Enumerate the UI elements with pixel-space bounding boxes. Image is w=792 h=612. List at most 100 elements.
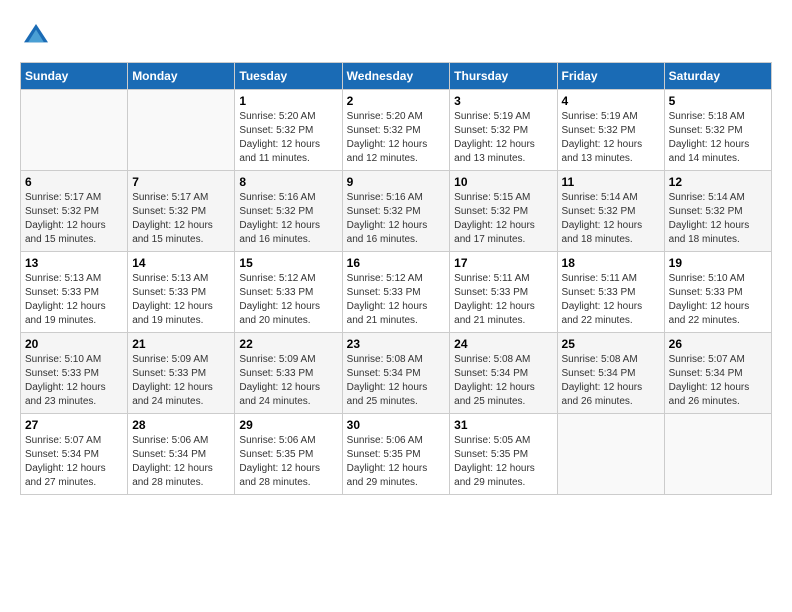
weekday-header-saturday: Saturday [664,63,771,90]
calendar-cell: 11 Sunrise: 5:14 AMSunset: 5:32 PMDaylig… [557,171,664,252]
day-number: 4 [562,94,660,108]
day-detail: Sunrise: 5:19 AMSunset: 5:32 PMDaylight:… [454,110,552,166]
calendar-table: SundayMondayTuesdayWednesdayThursdayFrid… [20,62,772,495]
calendar-cell: 8 Sunrise: 5:16 AMSunset: 5:32 PMDayligh… [235,171,342,252]
calendar-cell: 15 Sunrise: 5:12 AMSunset: 5:33 PMDaylig… [235,252,342,333]
day-number: 9 [347,175,446,189]
day-detail: Sunrise: 5:08 AMSunset: 5:34 PMDaylight:… [454,353,552,409]
day-detail: Sunrise: 5:20 AMSunset: 5:32 PMDaylight:… [239,110,337,166]
weekday-header-wednesday: Wednesday [342,63,450,90]
day-detail: Sunrise: 5:11 AMSunset: 5:33 PMDaylight:… [562,272,660,328]
day-number: 2 [347,94,446,108]
day-detail: Sunrise: 5:11 AMSunset: 5:33 PMDaylight:… [454,272,552,328]
calendar-cell [21,90,128,171]
day-detail: Sunrise: 5:06 AMSunset: 5:35 PMDaylight:… [347,434,446,490]
day-detail: Sunrise: 5:14 AMSunset: 5:32 PMDaylight:… [562,191,660,247]
day-number: 27 [25,418,123,432]
calendar-cell: 16 Sunrise: 5:12 AMSunset: 5:33 PMDaylig… [342,252,450,333]
weekday-header-friday: Friday [557,63,664,90]
day-number: 17 [454,256,552,270]
logo [20,20,56,52]
weekday-header-sunday: Sunday [21,63,128,90]
calendar-cell: 12 Sunrise: 5:14 AMSunset: 5:32 PMDaylig… [664,171,771,252]
day-number: 11 [562,175,660,189]
day-detail: Sunrise: 5:17 AMSunset: 5:32 PMDaylight:… [132,191,230,247]
calendar-cell: 18 Sunrise: 5:11 AMSunset: 5:33 PMDaylig… [557,252,664,333]
day-number: 7 [132,175,230,189]
calendar-cell: 28 Sunrise: 5:06 AMSunset: 5:34 PMDaylig… [128,414,235,495]
day-number: 28 [132,418,230,432]
day-detail: Sunrise: 5:12 AMSunset: 5:33 PMDaylight:… [347,272,446,328]
weekday-header-thursday: Thursday [450,63,557,90]
calendar-week-1: 1 Sunrise: 5:20 AMSunset: 5:32 PMDayligh… [21,90,772,171]
day-detail: Sunrise: 5:09 AMSunset: 5:33 PMDaylight:… [132,353,230,409]
calendar-cell: 31 Sunrise: 5:05 AMSunset: 5:35 PMDaylig… [450,414,557,495]
day-detail: Sunrise: 5:08 AMSunset: 5:34 PMDaylight:… [347,353,446,409]
day-number: 6 [25,175,123,189]
day-number: 26 [669,337,767,351]
day-number: 29 [239,418,337,432]
day-detail: Sunrise: 5:06 AMSunset: 5:34 PMDaylight:… [132,434,230,490]
day-detail: Sunrise: 5:09 AMSunset: 5:33 PMDaylight:… [239,353,337,409]
day-detail: Sunrise: 5:07 AMSunset: 5:34 PMDaylight:… [25,434,123,490]
day-detail: Sunrise: 5:16 AMSunset: 5:32 PMDaylight:… [347,191,446,247]
day-detail: Sunrise: 5:16 AMSunset: 5:32 PMDaylight:… [239,191,337,247]
day-detail: Sunrise: 5:20 AMSunset: 5:32 PMDaylight:… [347,110,446,166]
day-detail: Sunrise: 5:14 AMSunset: 5:32 PMDaylight:… [669,191,767,247]
day-number: 18 [562,256,660,270]
day-detail: Sunrise: 5:19 AMSunset: 5:32 PMDaylight:… [562,110,660,166]
calendar-week-4: 20 Sunrise: 5:10 AMSunset: 5:33 PMDaylig… [21,333,772,414]
day-detail: Sunrise: 5:05 AMSunset: 5:35 PMDaylight:… [454,434,552,490]
calendar-week-3: 13 Sunrise: 5:13 AMSunset: 5:33 PMDaylig… [21,252,772,333]
calendar-cell: 22 Sunrise: 5:09 AMSunset: 5:33 PMDaylig… [235,333,342,414]
calendar-cell: 10 Sunrise: 5:15 AMSunset: 5:32 PMDaylig… [450,171,557,252]
day-number: 13 [25,256,123,270]
day-number: 23 [347,337,446,351]
calendar-cell [128,90,235,171]
calendar-cell: 20 Sunrise: 5:10 AMSunset: 5:33 PMDaylig… [21,333,128,414]
calendar-cell: 5 Sunrise: 5:18 AMSunset: 5:32 PMDayligh… [664,90,771,171]
day-number: 15 [239,256,337,270]
day-detail: Sunrise: 5:10 AMSunset: 5:33 PMDaylight:… [669,272,767,328]
day-number: 24 [454,337,552,351]
calendar-cell: 1 Sunrise: 5:20 AMSunset: 5:32 PMDayligh… [235,90,342,171]
day-detail: Sunrise: 5:06 AMSunset: 5:35 PMDaylight:… [239,434,337,490]
weekday-header-tuesday: Tuesday [235,63,342,90]
calendar-cell [664,414,771,495]
day-number: 20 [25,337,123,351]
calendar-cell: 24 Sunrise: 5:08 AMSunset: 5:34 PMDaylig… [450,333,557,414]
day-number: 12 [669,175,767,189]
calendar-cell: 13 Sunrise: 5:13 AMSunset: 5:33 PMDaylig… [21,252,128,333]
day-number: 5 [669,94,767,108]
weekday-header-row: SundayMondayTuesdayWednesdayThursdayFrid… [21,63,772,90]
day-detail: Sunrise: 5:13 AMSunset: 5:33 PMDaylight:… [25,272,123,328]
calendar-cell: 19 Sunrise: 5:10 AMSunset: 5:33 PMDaylig… [664,252,771,333]
day-detail: Sunrise: 5:15 AMSunset: 5:32 PMDaylight:… [454,191,552,247]
day-number: 14 [132,256,230,270]
calendar-cell: 3 Sunrise: 5:19 AMSunset: 5:32 PMDayligh… [450,90,557,171]
day-number: 22 [239,337,337,351]
calendar-cell: 21 Sunrise: 5:09 AMSunset: 5:33 PMDaylig… [128,333,235,414]
calendar-cell: 27 Sunrise: 5:07 AMSunset: 5:34 PMDaylig… [21,414,128,495]
day-number: 10 [454,175,552,189]
calendar-cell: 14 Sunrise: 5:13 AMSunset: 5:33 PMDaylig… [128,252,235,333]
day-number: 25 [562,337,660,351]
calendar-cell: 9 Sunrise: 5:16 AMSunset: 5:32 PMDayligh… [342,171,450,252]
calendar-cell: 2 Sunrise: 5:20 AMSunset: 5:32 PMDayligh… [342,90,450,171]
day-number: 21 [132,337,230,351]
page-header [20,20,772,52]
calendar-week-2: 6 Sunrise: 5:17 AMSunset: 5:32 PMDayligh… [21,171,772,252]
logo-icon [20,20,52,52]
calendar-cell: 25 Sunrise: 5:08 AMSunset: 5:34 PMDaylig… [557,333,664,414]
calendar-cell [557,414,664,495]
day-detail: Sunrise: 5:12 AMSunset: 5:33 PMDaylight:… [239,272,337,328]
day-detail: Sunrise: 5:10 AMSunset: 5:33 PMDaylight:… [25,353,123,409]
day-number: 30 [347,418,446,432]
calendar-cell: 23 Sunrise: 5:08 AMSunset: 5:34 PMDaylig… [342,333,450,414]
day-number: 16 [347,256,446,270]
day-detail: Sunrise: 5:17 AMSunset: 5:32 PMDaylight:… [25,191,123,247]
calendar-cell: 29 Sunrise: 5:06 AMSunset: 5:35 PMDaylig… [235,414,342,495]
calendar-cell: 17 Sunrise: 5:11 AMSunset: 5:33 PMDaylig… [450,252,557,333]
day-number: 31 [454,418,552,432]
calendar-cell: 7 Sunrise: 5:17 AMSunset: 5:32 PMDayligh… [128,171,235,252]
